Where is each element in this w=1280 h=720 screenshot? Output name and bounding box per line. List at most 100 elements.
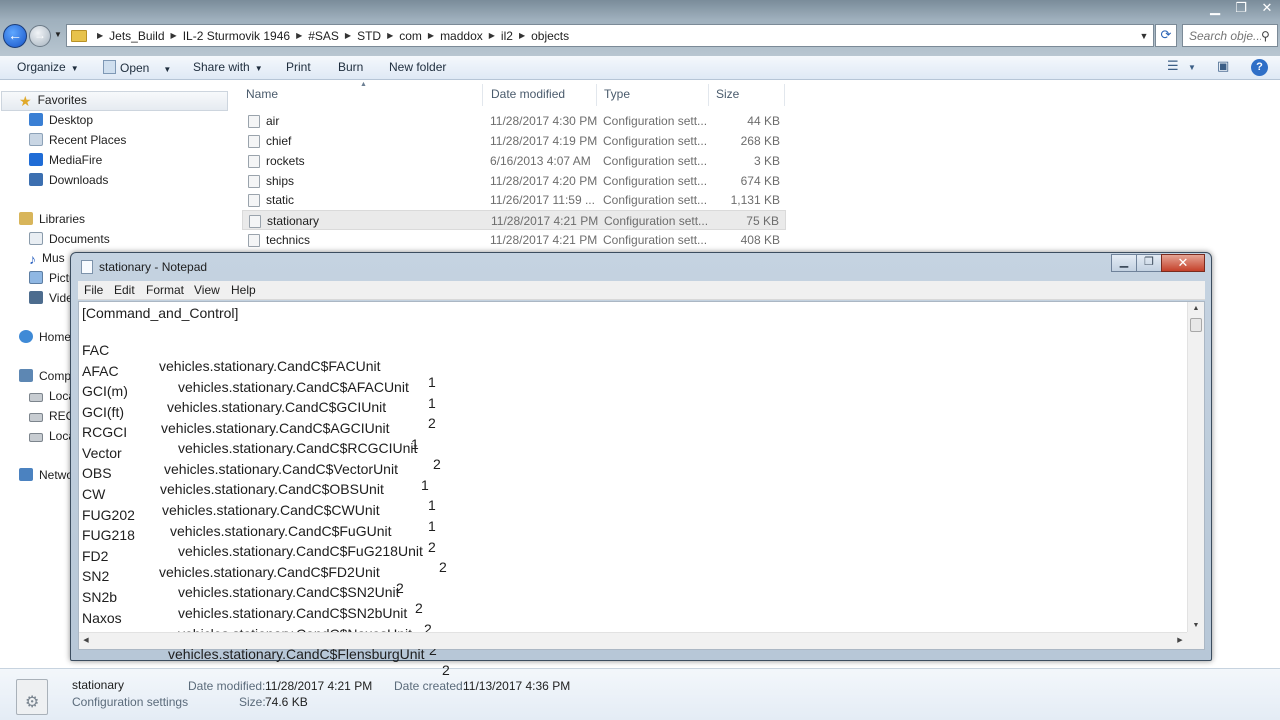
column-header-type[interactable]: Type [604,87,630,101]
file-row[interactable]: technics 11/28/2017 4:21 PM Configuratio… [242,230,786,250]
address-dropdown-icon[interactable]: ▼ [1135,31,1153,41]
chevron-right-icon[interactable]: ▶ [296,31,302,40]
resize-grip[interactable] [1187,632,1204,649]
chevron-right-icon[interactable]: ▶ [428,31,434,40]
back-button[interactable]: ← [3,24,27,48]
address-bar[interactable]: ▶ Jets_Build ▶ IL-2 Sturmovik 1946 ▶ #SA… [66,24,1154,47]
file-row[interactable]: ships 11/28/2017 4:20 PM Configuration s… [242,171,786,191]
organize-button[interactable]: Organize ▼ [17,60,79,74]
preview-pane-icon[interactable]: ▣ [1217,58,1229,74]
breadcrumb-item[interactable]: il2 [501,29,513,43]
nav-pictures[interactable]: Pictu [29,271,76,285]
maximize-button[interactable]: ❐ [1136,254,1162,272]
new-folder-button[interactable]: New folder [389,60,446,74]
column-divider[interactable] [482,84,483,106]
scroll-right-icon[interactable]: ▶ [1173,633,1187,649]
file-row-selected[interactable]: stationary 11/28/2017 4:21 PM Configurat… [242,210,786,230]
chevron-right-icon[interactable]: ▶ [97,31,103,40]
minimize-button[interactable]: ▁ [1111,254,1137,272]
nav-network[interactable]: Netwo [19,468,73,482]
column-divider[interactable] [784,84,785,106]
breadcrumb: ▶ Jets_Build ▶ IL-2 Sturmovik 1946 ▶ #SA… [91,29,1135,43]
notepad-text-area[interactable]: [Command_and_Control] FAC vehicles.stati… [78,301,1205,678]
close-button[interactable]: ✕ [1161,254,1205,272]
file-type: Configuration sett... [603,114,708,128]
nav-label: Netwo [39,468,74,482]
recent-pages-icon[interactable]: ▼ [54,30,62,39]
file-row[interactable]: air 11/28/2017 4:30 PM Configuration set… [242,111,786,131]
vertical-scrollbar[interactable]: ▲ ▼ [1187,302,1204,633]
breadcrumb-item[interactable]: objects [531,29,569,43]
column-divider[interactable] [596,84,597,106]
nav-favorites[interactable]: ★ Favorites [19,93,87,109]
explorer-caption-buttons: ▁ ❐ ✕ [1202,0,1280,18]
column-divider[interactable] [708,84,709,106]
chevron-down-icon: ▼ [70,64,79,73]
nav-recent-places[interactable]: Recent Places [29,133,126,147]
nav-local-disk[interactable]: Loca [29,389,75,403]
scroll-down-icon[interactable]: ▼ [1188,619,1204,633]
print-button[interactable]: Print [286,60,311,74]
chevron-right-icon[interactable]: ▶ [345,31,351,40]
chevron-right-icon[interactable]: ▶ [387,31,393,40]
menu-help[interactable]: Help [231,283,256,297]
nav-homegroup[interactable]: Home [19,330,71,344]
nav-music[interactable]: ♪ Mus [29,251,65,267]
chevron-right-icon[interactable]: ▶ [171,31,177,40]
search-box[interactable]: ⚲ [1182,24,1278,47]
chevron-down-icon[interactable]: ▼ [1188,63,1196,72]
file-size: 3 KB [753,154,780,168]
menu-edit[interactable]: Edit [114,283,135,297]
maximize-icon[interactable]: ❐ [1228,0,1254,18]
file-date: 11/28/2017 4:30 PM [490,114,598,128]
nav-computer[interactable]: Comp [19,369,71,383]
refresh-button[interactable]: ⟳ [1155,24,1177,47]
nav-libraries[interactable]: Libraries [19,212,85,226]
column-header-name[interactable]: Name [246,87,278,101]
file-row[interactable]: chief 11/28/2017 4:19 PM Configuration s… [242,131,786,151]
chevron-right-icon[interactable]: ▶ [519,31,525,40]
open-button[interactable]: Open ▼ [103,60,171,75]
file-name: rockets [266,154,305,168]
menu-view[interactable]: View [194,283,220,297]
minimize-icon[interactable]: ▁ [1202,0,1228,18]
notepad-window[interactable]: stationary - Notepad ▁ ❐ ✕ File Edit For… [70,252,1212,678]
search-input[interactable] [1189,28,1261,43]
line-value: vehicles.stationary.CandC$VectorUnit [164,461,398,477]
scroll-left-icon[interactable]: ◀ [79,633,93,649]
breadcrumb-item[interactable]: #SAS [308,29,339,43]
file-type: Configuration sett... [603,193,708,207]
close-icon[interactable]: ✕ [1254,0,1280,18]
change-view-icon[interactable]: ☰ [1167,58,1179,74]
menu-file[interactable]: File [84,283,103,297]
help-icon[interactable]: ? [1251,59,1268,76]
chevron-right-icon[interactable]: ▶ [489,31,495,40]
breadcrumb-item[interactable]: Jets_Build [109,29,164,43]
line-number: 2 [439,559,447,575]
nav-documents[interactable]: Documents [29,232,110,246]
breadcrumb-item[interactable]: maddox [440,29,483,43]
chevron-down-icon: ▼ [254,64,263,73]
share-with-button[interactable]: Share with ▼ [193,60,263,74]
breadcrumb-item[interactable]: STD [357,29,381,43]
file-name: static [266,193,295,207]
line-number: 2 [428,415,436,431]
scroll-thumb[interactable] [1190,318,1202,332]
scroll-up-icon[interactable]: ▲ [1188,302,1204,316]
horizontal-scrollbar[interactable]: ◀ ▶ [79,632,1187,649]
file-row[interactable]: static 11/26/2017 11:59 ... Configuratio… [242,190,786,210]
burn-button[interactable]: Burn [338,60,363,74]
nav-desktop[interactable]: Desktop [29,113,93,127]
file-row[interactable]: rockets 6/16/2013 4:07 AM Configuration … [242,151,786,171]
column-header-date[interactable]: Date modified [491,87,565,101]
breadcrumb-item[interactable]: IL-2 Sturmovik 1946 [183,29,290,43]
breadcrumb-item[interactable]: com [399,29,422,43]
config-file-icon [248,135,260,148]
column-header-size[interactable]: Size [716,87,739,101]
menu-format[interactable]: Format [146,283,184,297]
nav-local-disk-2[interactable]: Loca [29,429,75,443]
nav-videos[interactable]: Vide [29,291,73,305]
forward-button[interactable]: → [29,25,51,47]
nav-mediafire[interactable]: MediaFire [29,153,102,167]
nav-downloads[interactable]: Downloads [29,173,108,187]
